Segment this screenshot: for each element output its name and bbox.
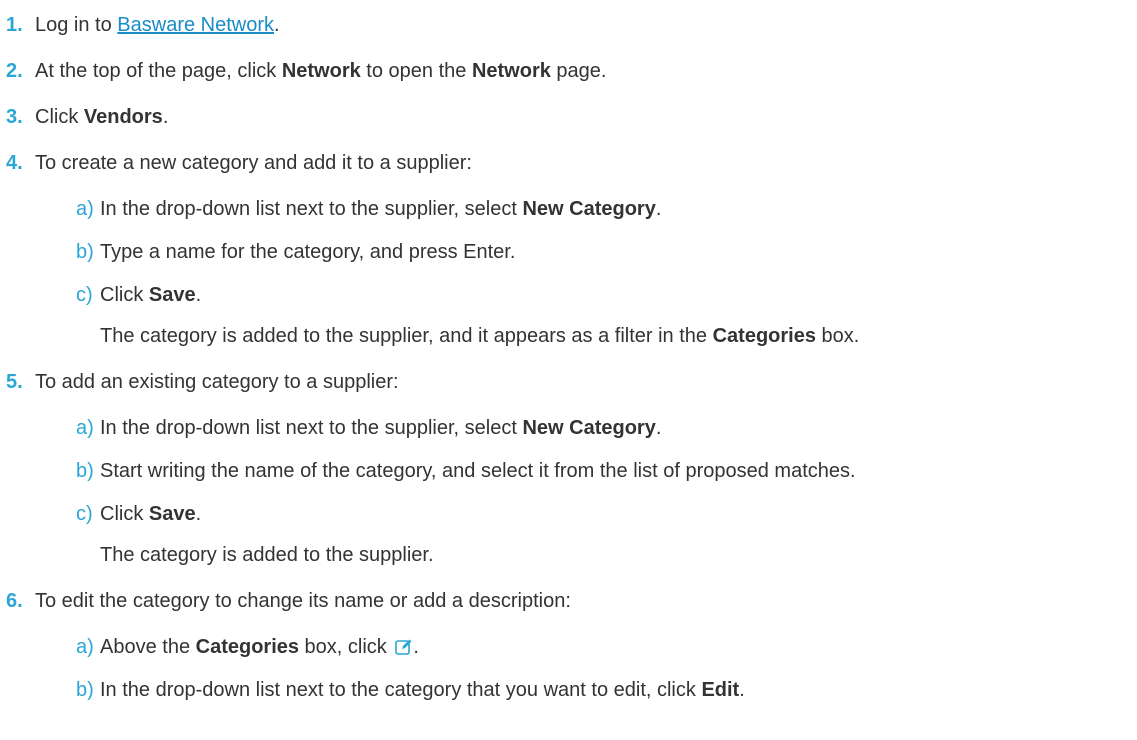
step-number: 5. [6,371,23,393]
substep-text: Click Save. [100,284,202,306]
step-number: 6. [6,590,23,612]
step-text: Click Vendors. [35,106,169,128]
substep-letter: b) [76,460,94,482]
step-number: 3. [6,106,23,128]
step-text: To create a new category and add it to a… [35,152,472,174]
step-number: 4. [6,152,23,174]
substep-letter: c) [76,503,93,525]
substep-text: Type a name for the category, and press … [100,241,516,263]
substep-letter: b) [76,241,94,263]
step-text: Log in to Basware Network. [35,14,280,36]
basware-network-link[interactable]: Basware Network [117,14,274,36]
edit-icon [395,638,413,656]
step-number: 2. [6,60,23,82]
substep-letter: a) [76,198,94,220]
substep-text: Above the Categories box, click . [100,636,419,658]
step-result: The category is added to the supplier, a… [100,325,860,347]
step-result: The category is added to the supplier. [100,544,434,566]
procedure-steps: 1. Log in to Basware Network. 2. At the … [0,0,1137,740]
step-number: 1. [6,14,23,36]
substep-letter: c) [76,284,93,306]
step-text: To edit the category to change its name … [35,590,571,612]
substep-text: In the drop-down list next to the catego… [100,679,745,701]
substep-text: In the drop-down list next to the suppli… [100,198,662,220]
step-text: At the top of the page, click Network to… [35,60,607,82]
substep-letter: a) [76,636,94,658]
substep-letter: b) [76,679,94,701]
substep-text: In the drop-down list next to the suppli… [100,417,662,439]
step-text: To add an existing category to a supplie… [35,371,399,393]
substep-text: Start writing the name of the category, … [100,460,856,482]
substep-letter: a) [76,417,94,439]
substep-text: Click Save. [100,503,202,525]
